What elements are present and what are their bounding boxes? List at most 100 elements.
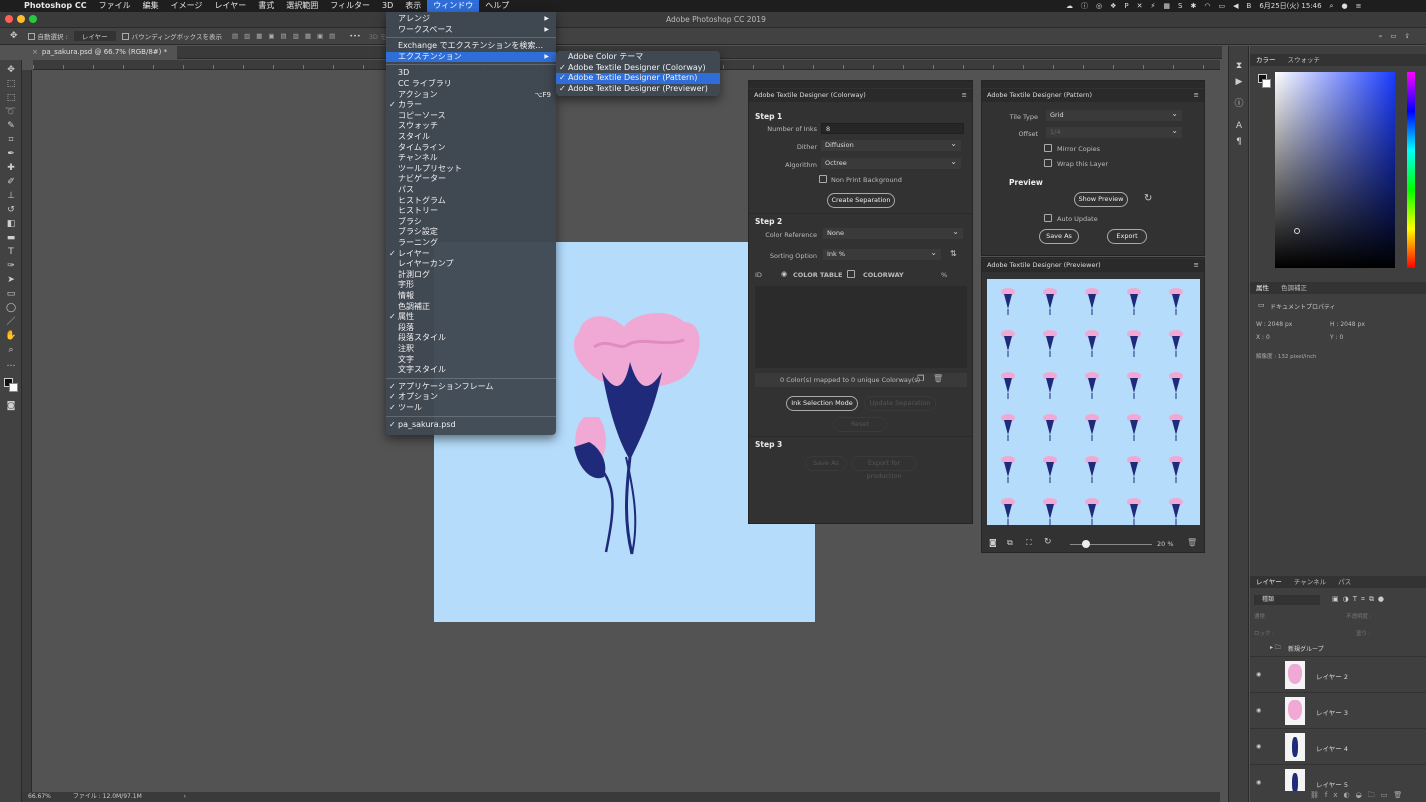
tile-type-select[interactable]: Grid — [1046, 108, 1182, 121]
layer-row[interactable]: ◉ レイヤー 2 — [1250, 656, 1426, 692]
input-icon[interactable]: B — [1247, 2, 1252, 10]
window-menu-item[interactable]: チャンネル — [386, 153, 556, 164]
wifi-icon[interactable]: ◠ — [1204, 2, 1210, 10]
hue-slider[interactable] — [1407, 72, 1415, 268]
menu-filter[interactable]: フィルター — [324, 0, 376, 12]
tab-channels[interactable]: チャンネル — [1288, 578, 1332, 586]
rectangle-tool-icon[interactable]: ▭ — [5, 288, 17, 300]
list-icon[interactable]: ≡ — [1356, 2, 1362, 10]
visibility-eye-icon[interactable]: ◉ — [1256, 707, 1261, 714]
more-tools-icon[interactable]: … — [5, 358, 17, 370]
background-color-swatch[interactable] — [9, 383, 18, 392]
menu-select[interactable]: 選択範囲 — [280, 0, 324, 12]
window-menu-item[interactable]: ✓ ツール — [386, 403, 556, 414]
visibility-eye-icon[interactable]: ◉ — [1256, 671, 1261, 678]
close-tab-icon[interactable]: × — [32, 48, 38, 56]
pattern-save-as-button[interactable]: Save As — [1039, 229, 1079, 244]
sort-order-icon[interactable]: ⇅ — [950, 249, 957, 258]
tab-properties[interactable]: 属性 — [1250, 284, 1275, 292]
bg-color-swatch[interactable] — [1262, 79, 1271, 88]
nonprint-checkbox[interactable] — [819, 175, 827, 183]
p-icon[interactable]: P — [1124, 2, 1128, 10]
show-preview-button[interactable]: Show Preview — [1074, 192, 1128, 207]
window-menu-item[interactable]: ツールプリセット — [386, 164, 556, 175]
window-menu-item[interactable]: タイムライン — [386, 143, 556, 154]
dropbox-icon[interactable]: ❖ — [1110, 2, 1116, 10]
mirror-copies-checkbox[interactable] — [1044, 144, 1052, 152]
window-menu-item[interactable]: アレンジ ▶ — [386, 14, 556, 25]
refresh-preview-icon[interactable]: ↻ — [1044, 537, 1052, 547]
brush-tool-icon[interactable]: ✐ — [5, 176, 17, 188]
window-menu-item[interactable]: ✓ オプション — [386, 392, 556, 403]
quick-mask-icon[interactable]: ◙ — [5, 400, 17, 412]
character-icon[interactable]: A — [1233, 120, 1245, 132]
more-icon[interactable]: ••• — [349, 32, 361, 40]
sync-icon[interactable]: ◎ — [1096, 2, 1102, 10]
copy-icon[interactable]: ❐ — [917, 374, 924, 383]
zoom-tool-icon[interactable]: ⌕ — [5, 344, 17, 356]
user-icon[interactable]: ● — [1341, 2, 1347, 10]
window-menu-item[interactable]: スウォッチ — [386, 121, 556, 132]
paragraph-icon[interactable]: ¶ — [1233, 136, 1245, 148]
window-menu-item[interactable]: CC ライブラリ — [386, 79, 556, 90]
app-menu[interactable]: Photoshop CC — [18, 0, 93, 12]
window-menu-item[interactable]: 3D — [386, 68, 556, 79]
cloud-icon[interactable]: ☁ — [1066, 2, 1073, 10]
info-panel-icon[interactable]: ⓘ — [1233, 98, 1245, 110]
pattern-preview-area[interactable] — [987, 279, 1200, 525]
create-separation-button[interactable]: Create Separation — [827, 193, 895, 208]
align-icons[interactable]: ▤▥▦▣▤▥▦▣▤ — [232, 32, 341, 40]
actions-play-icon[interactable]: ▶ — [1233, 76, 1245, 88]
layer-filter-icons[interactable]: ▣◑T⌗⧉● — [1332, 595, 1388, 604]
window-menu-item[interactable]: ブラシ設定 — [386, 227, 556, 238]
doc-tab[interactable]: × pa_sakura.psd @ 66.7% (RGB/8#) * — [22, 46, 178, 59]
tab-layers[interactable]: レイヤー — [1250, 578, 1288, 586]
zoom-slider-handle[interactable] — [1082, 540, 1091, 548]
window-menu-item[interactable]: 文字 — [386, 355, 556, 366]
window-menu-item[interactable]: 計測ログ — [386, 270, 556, 281]
layer-row[interactable]: ◉ レイヤー 5 — [1250, 764, 1426, 791]
tab-paths[interactable]: パス — [1332, 578, 1357, 586]
visibility-eye-icon[interactable]: ◉ — [781, 270, 787, 278]
export-production-button[interactable]: Export for production — [851, 456, 917, 480]
tab-color[interactable]: カラー — [1250, 56, 1282, 64]
bluetooth-icon[interactable]: ✱ — [1191, 2, 1197, 10]
num-inks-input[interactable]: 8 — [821, 123, 964, 134]
marquee-tool-icon[interactable]: ⬚ — [5, 92, 17, 104]
window-menu-item[interactable]: 段落 — [386, 323, 556, 334]
eyedropper-tool-icon[interactable]: ✒ — [5, 148, 17, 160]
window-menu-item[interactable]: 注釈 — [386, 344, 556, 355]
layer-name[interactable]: レイヤー 5 — [1316, 779, 1348, 789]
algorithm-select[interactable]: Octree — [821, 156, 961, 169]
layer-action-icons[interactable]: ⛓fx◐◒🗀▭🗑 — [1310, 791, 1408, 802]
status-arrow-icon[interactable]: › — [184, 793, 186, 800]
path-select-icon[interactable]: ➤ — [5, 274, 17, 286]
panel-grip[interactable] — [982, 81, 1204, 88]
history-icon[interactable]: ⧗ — [1233, 60, 1245, 72]
window-menu-item[interactable]: 文字スタイル — [386, 365, 556, 376]
airplay-icon[interactable]: ▭ — [1218, 2, 1225, 10]
auto-select-checkbox[interactable] — [27, 32, 35, 40]
colorway-checkbox[interactable] — [847, 270, 855, 278]
color-ref-select[interactable]: None — [823, 226, 963, 239]
zoom-level[interactable]: 66.67% — [28, 793, 51, 800]
stamp-tool-icon[interactable]: ⊥ — [5, 190, 17, 202]
pen-tool-icon[interactable]: ✑ — [5, 260, 17, 272]
search-icon[interactable]: ⌕ — [1330, 2, 1334, 11]
minimize-icon[interactable] — [17, 15, 25, 23]
extension-menu-item[interactable]: Adobe Color テーマ — [556, 52, 720, 63]
extension-menu-item[interactable]: ✓ Adobe Textile Designer (Pattern) — [556, 73, 720, 84]
blend-mode-select[interactable]: 通常 — [1254, 612, 1265, 620]
panel-menu-icon[interactable]: ≡ — [1194, 89, 1199, 102]
bbox-checkbox[interactable] — [121, 32, 129, 40]
layer-name[interactable]: レイヤー 2 — [1316, 671, 1348, 681]
window-menu-item[interactable]: ブラシ — [386, 217, 556, 228]
visibility-eye-icon[interactable]: ◉ — [1256, 779, 1261, 786]
panel-grip[interactable] — [749, 81, 972, 88]
window-menu-item[interactable]: ✓ pa_sakura.psd — [386, 420, 556, 431]
tools-icon[interactable]: ✕ — [1137, 2, 1143, 10]
crop-tool-icon[interactable]: ⌗ — [5, 134, 17, 146]
eraser-tool-icon[interactable]: ◧ — [5, 218, 17, 230]
window-menu-item[interactable]: ✓ レイヤー — [386, 249, 556, 260]
window-menu-item[interactable]: ラーニング — [386, 238, 556, 249]
